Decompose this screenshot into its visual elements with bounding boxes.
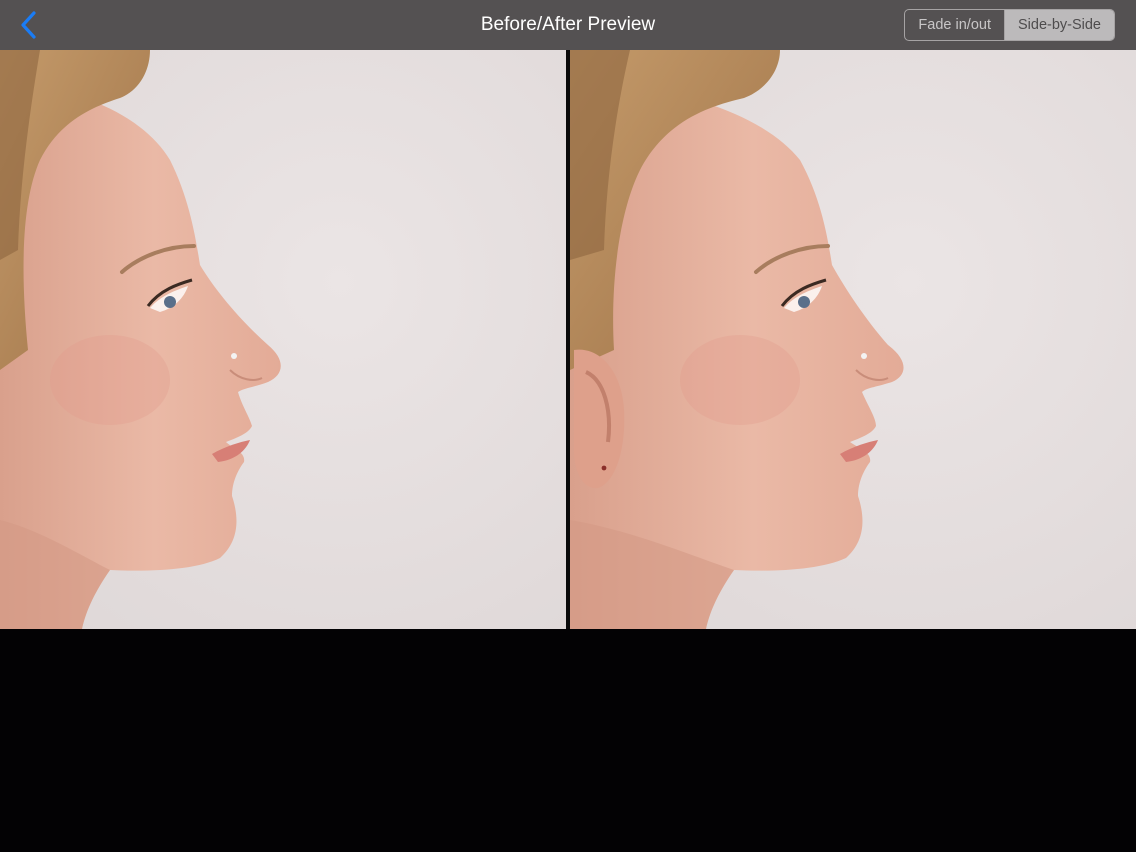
before-portrait-image <box>0 50 566 629</box>
after-photo[interactable] <box>570 50 1136 629</box>
chevron-left-icon <box>21 11 36 39</box>
view-mode-segmented-control: Fade in/out Side-by-Side <box>904 9 1115 41</box>
segment-fade-in-out[interactable]: Fade in/out <box>905 10 1004 40</box>
navigation-bar: Before/After Preview Fade in/out Side-by… <box>0 0 1136 50</box>
before-photo[interactable] <box>0 50 566 629</box>
segment-side-by-side[interactable]: Side-by-Side <box>1003 10 1114 40</box>
empty-black-area <box>0 629 1136 852</box>
back-button[interactable] <box>12 8 46 42</box>
after-portrait-image <box>570 50 1136 629</box>
comparison-photos <box>0 50 1136 629</box>
